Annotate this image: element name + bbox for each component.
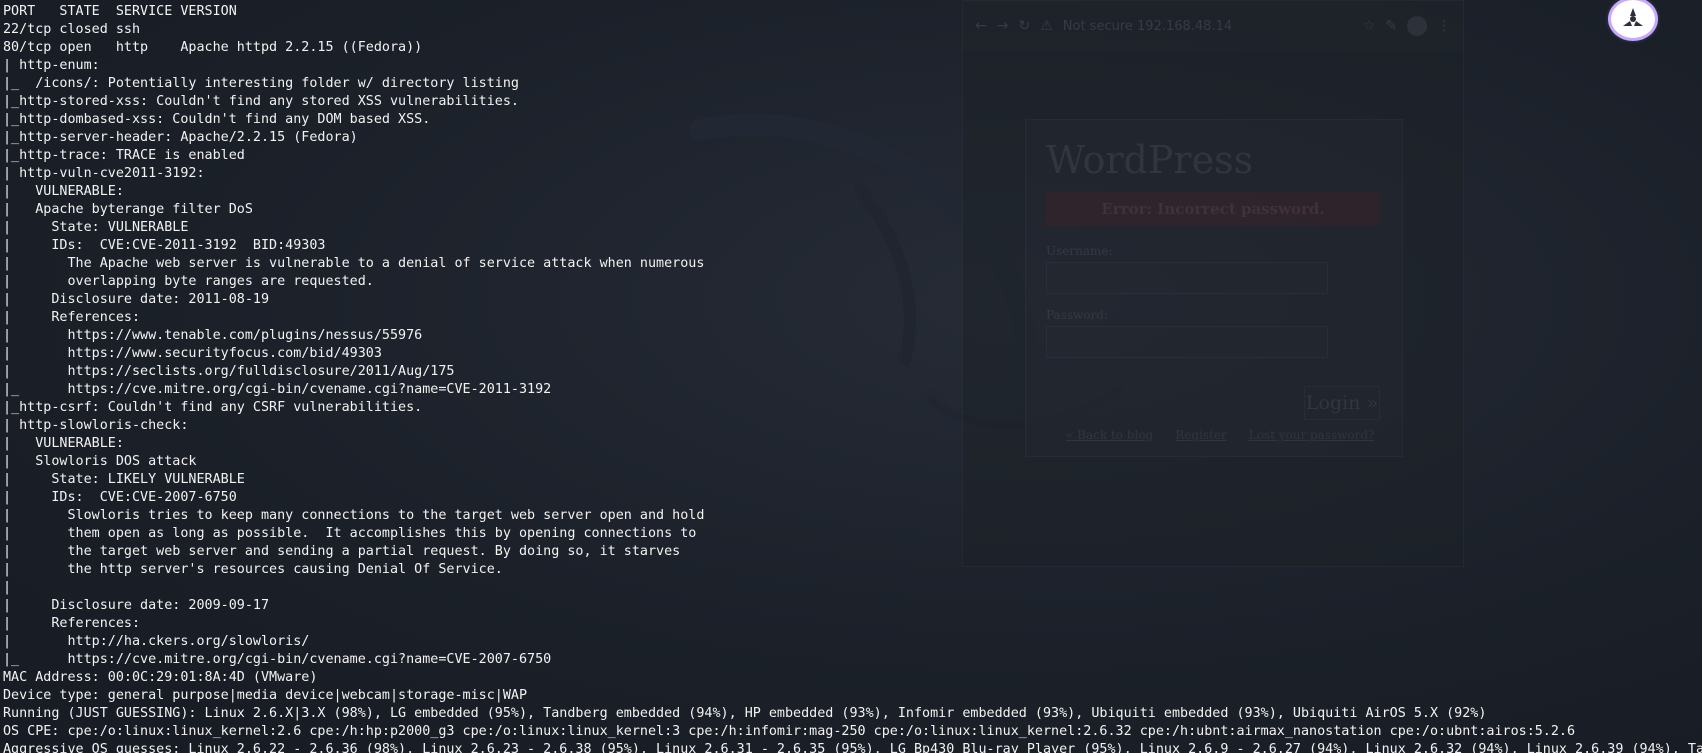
terminal-line: |_http-server-header: Apache/2.2.15 (Fed… (3, 130, 358, 145)
terminal-line: OS CPE: cpe:/o:linux:linux_kernel:2.6 cp… (3, 724, 1576, 739)
terminal-line: |_http-csrf: Couldn't find any CSRF vuln… (3, 400, 423, 415)
terminal-line: Device type: general purpose|media devic… (3, 688, 528, 703)
app-launcher-icon[interactable] (1611, 0, 1655, 38)
terminal-line: | them open as long as possible. It acco… (3, 526, 697, 541)
tri-blade-icon (1623, 8, 1643, 26)
terminal-line: | VULNERABLE: (3, 436, 124, 451)
terminal-line: Aggressive OS guesses: Linux 2.6.22 - 2.… (3, 742, 1702, 753)
terminal-line: | Disclosure date: 2009-09-17 (3, 598, 270, 613)
terminal-line: |_http-dombased-xss: Couldn't find any D… (3, 112, 431, 127)
terminal-line: |_http-stored-xss: Couldn't find any sto… (3, 94, 519, 109)
terminal-line: | Apache byterange filter DoS (3, 202, 253, 217)
terminal-line: | http://ha.ckers.org/slowloris/ (3, 634, 310, 649)
terminal-line: |_http-trace: TRACE is enabled (3, 148, 245, 163)
terminal-line: |_ /icons/: Potentially interesting fold… (3, 76, 519, 91)
terminal-line: 80/tcp open http Apache httpd 2.2.15 ((F… (3, 40, 423, 55)
terminal-line: | http-vuln-cve2011-3192: (3, 166, 205, 181)
terminal-line: | https://www.securityfocus.com/bid/4930… (3, 346, 382, 361)
terminal-line: | State: LIKELY VULNERABLE (3, 472, 245, 487)
terminal-line: | the target web server and sending a pa… (3, 544, 681, 559)
terminal-line: | Slowloris tries to keep many connectio… (3, 508, 705, 523)
terminal-line: | References: (3, 616, 141, 631)
terminal-output[interactable]: PORT STATE SERVICE VERSION 22/tcp closed … (3, 3, 1702, 753)
terminal-line: MAC Address: 00:0C:29:01:8A:4D (VMware) (3, 670, 318, 685)
terminal-line: |_ https://cve.mitre.org/cgi-bin/cvename… (3, 652, 552, 667)
terminal-line: | The Apache web server is vulnerable to… (3, 256, 705, 271)
terminal-line: | http-enum: (3, 58, 100, 73)
terminal-line: Running (JUST GUESSING): Linux 2.6.X|3.X… (3, 706, 1487, 721)
terminal-line: |_ https://cve.mitre.org/cgi-bin/cvename… (3, 382, 552, 397)
terminal-line: | IDs: CVE:CVE-2007-6750 (3, 490, 237, 505)
terminal-line: | VULNERABLE: (3, 184, 124, 199)
terminal-line: | Slowloris DOS attack (3, 454, 197, 469)
terminal-line: | overlapping byte ranges are requested. (3, 274, 374, 289)
terminal-line: | https://seclists.org/fulldisclosure/20… (3, 364, 455, 379)
terminal-line: 22/tcp closed ssh (3, 22, 141, 37)
terminal-line: | Disclosure date: 2011-08-19 (3, 292, 270, 307)
terminal-line: | https://www.tenable.com/plugins/nessus… (3, 328, 423, 343)
terminal-line: | IDs: CVE:CVE-2011-3192 BID:49303 (3, 238, 326, 253)
terminal-line: | the http server's resources causing De… (3, 562, 503, 577)
terminal-line: | References: (3, 310, 141, 325)
terminal-line: | (3, 580, 12, 595)
terminal-line: | State: VULNERABLE (3, 220, 189, 235)
terminal-line: | http-slowloris-check: (3, 418, 189, 433)
terminal-line: PORT STATE SERVICE VERSION (3, 4, 237, 19)
